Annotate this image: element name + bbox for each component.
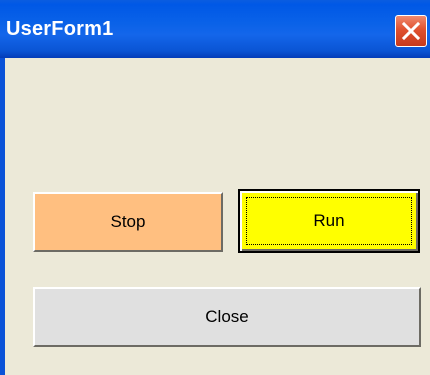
title-bar[interactable]: UserForm1 bbox=[0, 0, 430, 58]
window-frame-left bbox=[0, 58, 5, 375]
stop-button[interactable]: Stop bbox=[33, 192, 223, 252]
close-icon bbox=[401, 21, 421, 41]
run-button[interactable]: Run bbox=[238, 189, 420, 253]
close-button-label: Close bbox=[205, 307, 249, 326]
close-button[interactable]: Close bbox=[33, 287, 421, 347]
window-title: UserForm1 bbox=[6, 18, 114, 40]
stop-button-label: Stop bbox=[110, 212, 146, 231]
window-close-button[interactable] bbox=[395, 15, 427, 47]
focus-rectangle bbox=[246, 197, 412, 245]
userform-window: UserForm1 Stop Run Close bbox=[0, 0, 430, 375]
